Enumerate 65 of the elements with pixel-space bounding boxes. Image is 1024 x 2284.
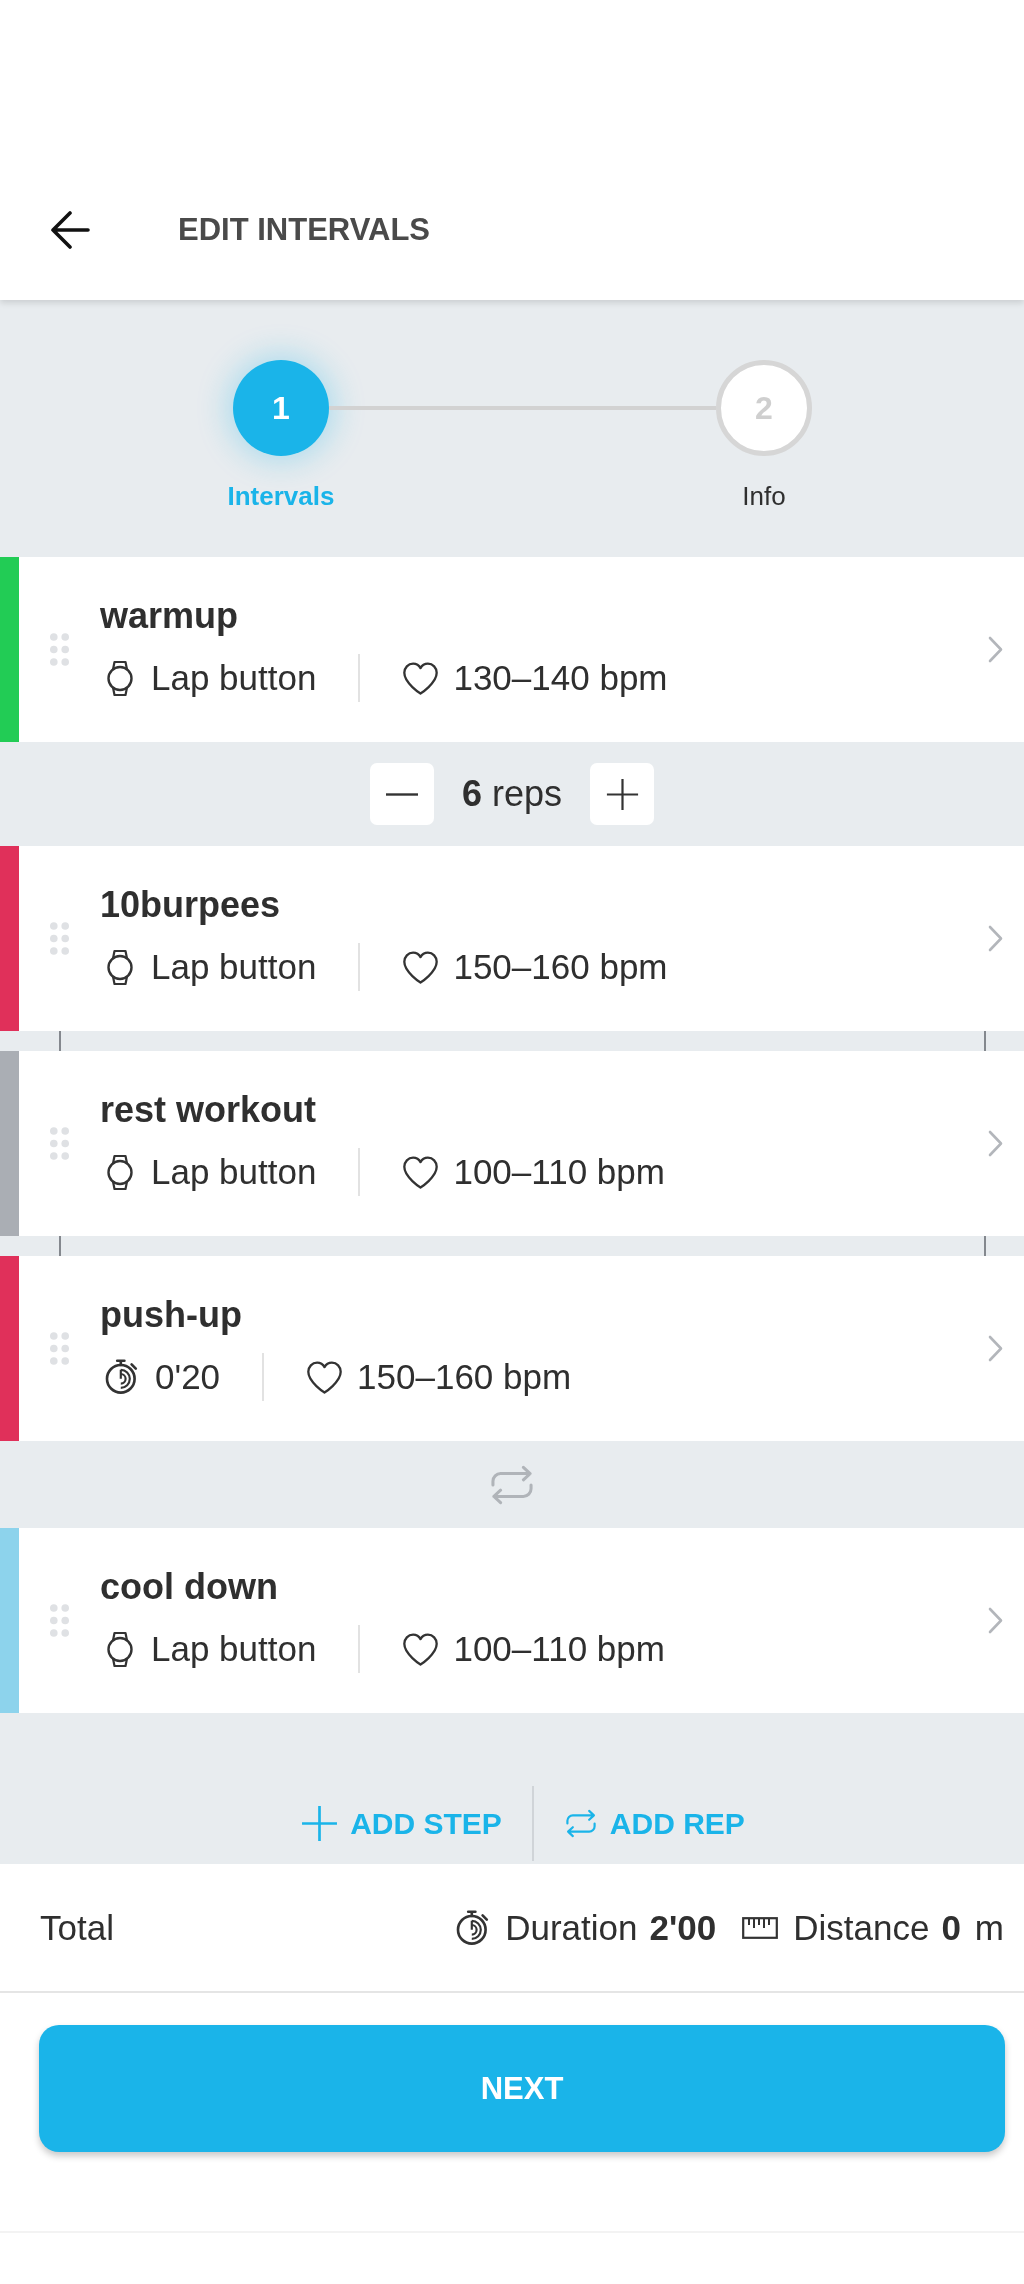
repeat-icon bbox=[563, 1809, 598, 1838]
heart-rate-range: 100–110 bpm bbox=[453, 1151, 665, 1193]
drag-handle-icon[interactable] bbox=[50, 1604, 69, 1637]
interval-name: rest workout bbox=[100, 1089, 317, 1131]
repeat-icon bbox=[488, 1464, 536, 1505]
heart-icon bbox=[306, 1359, 344, 1395]
step-number: 1 bbox=[233, 360, 329, 456]
chevron-right-icon bbox=[988, 925, 1003, 952]
watch-icon bbox=[105, 948, 135, 986]
stat-value: 2'00 bbox=[649, 1906, 717, 1949]
end-condition-text: Lap button bbox=[151, 1151, 317, 1193]
watch-icon bbox=[105, 1153, 135, 1191]
bracket-line bbox=[59, 1031, 61, 1051]
minus-icon bbox=[385, 792, 418, 796]
heart-rate-range: 100–110 bpm bbox=[453, 1628, 665, 1670]
interval-card[interactable]: rest workout Lap button 100–110 bpm bbox=[0, 1051, 1024, 1236]
stat-label: Duration bbox=[505, 1906, 638, 1949]
watch-icon bbox=[105, 1630, 135, 1668]
total-label: Total bbox=[40, 1906, 114, 1949]
interval-name: warmup bbox=[100, 595, 239, 637]
drag-handle-icon[interactable] bbox=[50, 633, 69, 666]
end-condition-text: 0'20 bbox=[155, 1356, 221, 1398]
drag-handle-icon[interactable] bbox=[50, 922, 69, 955]
heart-rate-range: 150–160 bpm bbox=[357, 1356, 572, 1398]
chevron-right-icon bbox=[988, 1335, 1003, 1362]
decrease-reps-button[interactable] bbox=[369, 763, 434, 825]
interval-card[interactable]: cool down Lap button 100–110 bpm bbox=[0, 1528, 1024, 1713]
back-button[interactable] bbox=[50, 211, 90, 249]
drag-handle-icon[interactable] bbox=[50, 1127, 69, 1160]
interval-card[interactable]: push-up 0'20 150–160 bpm bbox=[0, 1256, 1024, 1441]
chevron-right-icon bbox=[988, 1130, 1003, 1157]
stat-unit: m bbox=[974, 1906, 1004, 1949]
step-label: Intervals bbox=[227, 480, 335, 512]
stopwatch-icon bbox=[105, 1359, 139, 1395]
plus-icon bbox=[301, 1805, 339, 1842]
interval-name: cool down bbox=[100, 1566, 278, 1608]
bracket-line bbox=[984, 1031, 986, 1051]
bracket-line bbox=[59, 1236, 61, 1256]
stat-value: 0 bbox=[941, 1906, 961, 1949]
ruler-icon bbox=[742, 1916, 779, 1939]
bracket-line bbox=[984, 1236, 986, 1256]
reps-count: 6 reps bbox=[461, 773, 563, 815]
heart-icon bbox=[402, 660, 440, 696]
heart-icon bbox=[402, 1631, 440, 1667]
interval-name: push-up bbox=[100, 1294, 242, 1336]
heart-icon bbox=[402, 1154, 440, 1190]
drag-handle-icon[interactable] bbox=[50, 1332, 69, 1365]
interval-name: 10burpees bbox=[100, 884, 281, 926]
interval-card[interactable]: 10burpees Lap button 150–160 bpm bbox=[0, 846, 1024, 1031]
stopwatch-icon bbox=[456, 1909, 491, 1946]
watch-icon bbox=[105, 659, 135, 697]
heart-rate-range: 130–140 bpm bbox=[453, 657, 668, 699]
chevron-right-icon bbox=[988, 636, 1003, 663]
end-condition-text: Lap button bbox=[151, 1628, 317, 1670]
plus-icon bbox=[605, 777, 639, 811]
increase-reps-button[interactable] bbox=[590, 763, 655, 825]
chevron-right-icon bbox=[988, 1607, 1003, 1634]
interval-card[interactable]: warmup Lap button 130–140 bpm bbox=[0, 557, 1024, 742]
end-condition-text: Lap button bbox=[151, 657, 317, 699]
heart-icon bbox=[402, 949, 440, 985]
screen-title: EDIT INTERVALS bbox=[178, 211, 431, 249]
heart-rate-range: 150–160 bpm bbox=[453, 946, 668, 988]
stat-label: Distance bbox=[793, 1906, 930, 1949]
end-condition-text: Lap button bbox=[151, 946, 317, 988]
step-label: Info bbox=[742, 480, 786, 512]
